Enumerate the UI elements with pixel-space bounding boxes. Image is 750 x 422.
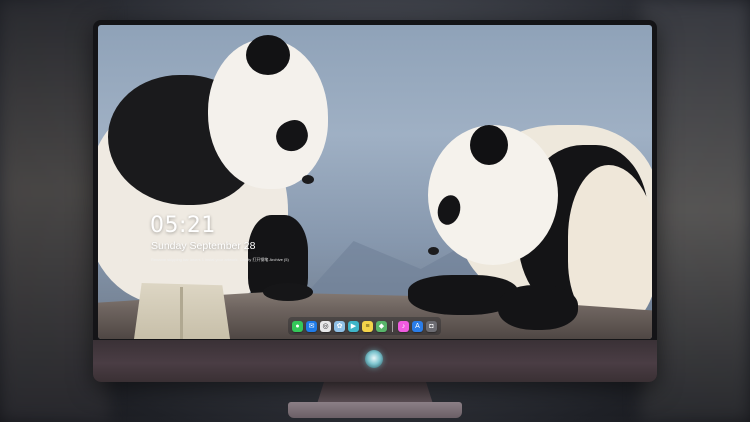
camera-icon[interactable]: ◘ (426, 320, 437, 332)
panda-left-nose (302, 175, 314, 184)
safari-icon[interactable]: ◎ (320, 320, 331, 332)
panda-left-paw (263, 283, 313, 301)
photos-icon[interactable]: ✿ (334, 320, 345, 332)
app-store-icon[interactable]: A (412, 320, 423, 332)
dock-separator (392, 320, 393, 332)
dock: ● ✉ ◎ ✿ ▶ ≡ ◆ ♪ A ◘ (288, 317, 441, 335)
wallpaper-cloth-fold (180, 287, 183, 339)
messages-icon[interactable]: ● (292, 320, 303, 332)
music-icon[interactable]: ♪ (398, 320, 409, 332)
mail-icon[interactable]: ✉ (306, 320, 317, 332)
lock-date: Sunday September 28 (151, 240, 256, 252)
maps-icon[interactable]: ◆ (376, 320, 387, 332)
monitor-stand-neck (317, 382, 433, 404)
panda-right-ear (470, 125, 508, 165)
lock-screen[interactable]: 05:21 Sunday September 28 Rename skippin… (98, 25, 652, 339)
video-editor-icon[interactable]: ▶ (348, 320, 359, 332)
monitor: 05:21 Sunday September 28 Rename skippin… (93, 20, 657, 382)
lock-clock: 05:21 (150, 213, 216, 238)
brand-logo-icon (365, 350, 383, 368)
panda-right-hind-leg (498, 285, 578, 330)
notes-icon[interactable]: ≡ (362, 320, 373, 332)
panda-left-ear (246, 35, 290, 75)
panda-right-nose (428, 247, 439, 255)
lock-notification-text[interactable]: Rename skipping bar lasers 1 instal your… (151, 257, 311, 263)
panda-right-rump (568, 165, 652, 325)
monitor-stand-base (288, 402, 462, 418)
